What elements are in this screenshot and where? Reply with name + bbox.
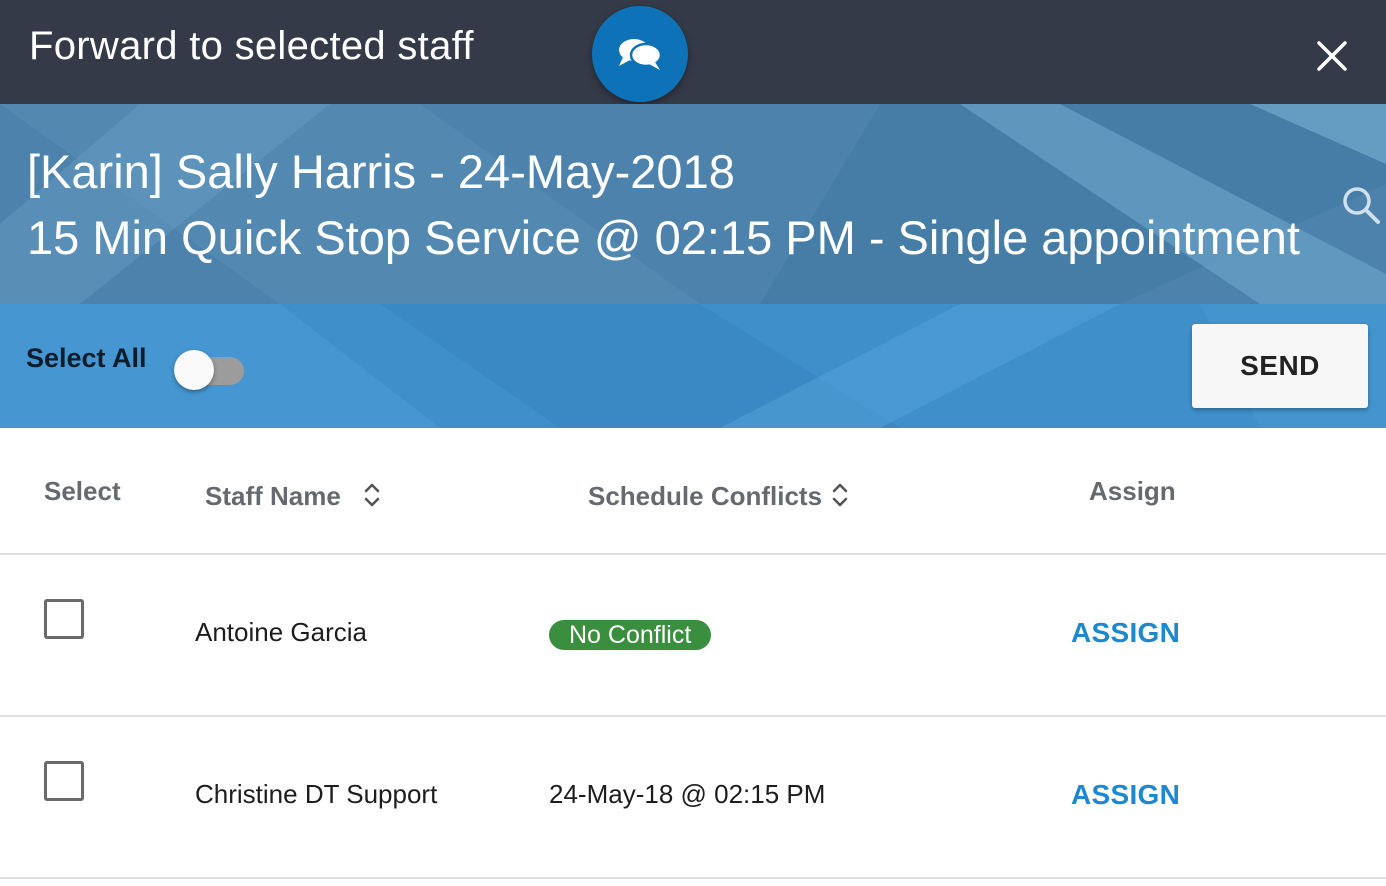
column-header-staff-name[interactable]: Staff Name — [205, 481, 341, 512]
sort-schedule-conflicts-icon[interactable] — [830, 480, 850, 510]
send-button[interactable]: SEND — [1192, 324, 1368, 408]
appointment-banner: [Karin] Sally Harris - 24-May-2018 15 Mi… — [0, 104, 1386, 304]
column-header-schedule-conflicts[interactable]: Schedule Conflicts — [588, 481, 822, 512]
assign-button[interactable]: ASSIGN — [1071, 617, 1180, 649]
column-header-assign: Assign — [1089, 476, 1176, 506]
close-icon — [1317, 41, 1347, 71]
dialog-title: Forward to selected staff — [29, 24, 474, 68]
action-bar: Select All SEND — [0, 304, 1386, 428]
column-header-select: Select — [44, 476, 121, 506]
select-all-toggle[interactable] — [174, 348, 244, 390]
appointment-client-date: [Karin] Sally Harris - 24-May-2018 — [27, 145, 735, 198]
dialog-header: Forward to selected staff — [0, 0, 1386, 104]
chat-bubbles-icon — [592, 6, 688, 102]
banner-background-pattern — [0, 104, 1386, 304]
row-select-checkbox[interactable] — [44, 599, 84, 639]
row-select-checkbox[interactable] — [44, 761, 84, 801]
search-icon — [1343, 187, 1380, 224]
no-conflict-badge: No Conflict — [549, 620, 712, 650]
toggle-knob — [174, 350, 214, 390]
appointment-service: 15 Min Quick Stop Service @ 02:15 PM - S… — [27, 211, 1300, 264]
search-button[interactable] — [1340, 184, 1386, 230]
table-row: Christine DT Support 24-May-18 @ 02:15 P… — [0, 717, 1386, 879]
close-button[interactable] — [1310, 34, 1354, 78]
staff-name: Antoine Garcia — [195, 617, 367, 647]
staff-name: Christine DT Support — [195, 779, 438, 809]
sort-staff-name-icon[interactable] — [362, 480, 382, 510]
table-header: Select Staff Name Schedule Conflicts Ass… — [0, 428, 1386, 555]
select-all-label: Select All — [26, 343, 147, 373]
schedule-conflict-text: 24-May-18 @ 02:15 PM — [549, 779, 826, 809]
table-row: Antoine Garcia No Conflict ASSIGN — [0, 555, 1386, 717]
assign-button[interactable]: ASSIGN — [1071, 779, 1180, 811]
